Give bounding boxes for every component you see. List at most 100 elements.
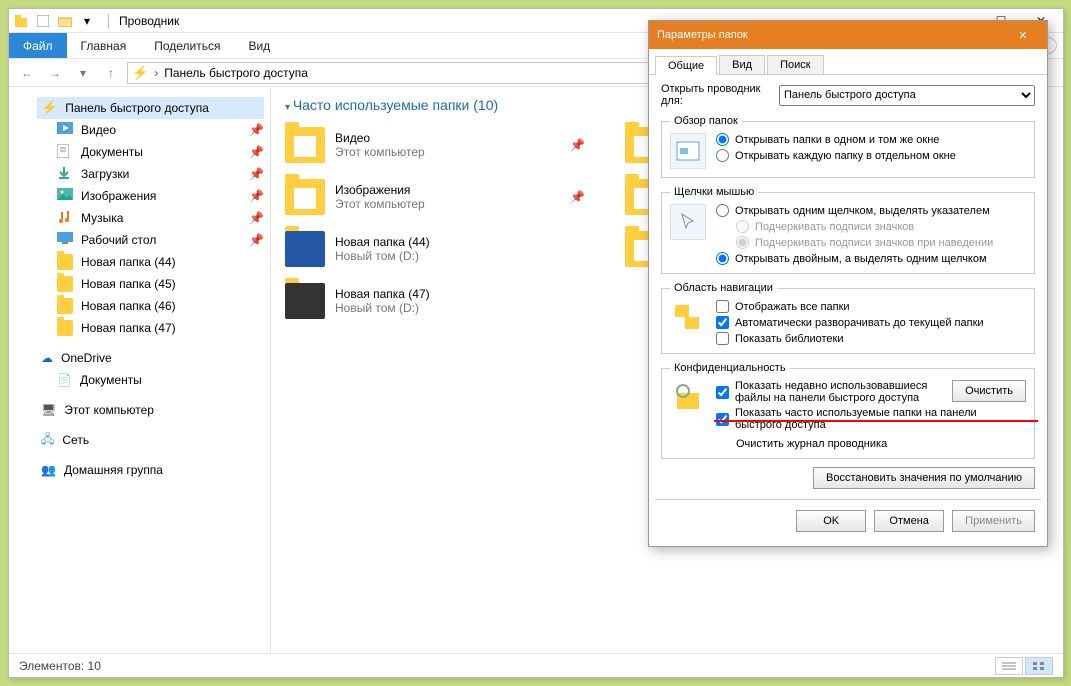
- dialog-titlebar[interactable]: Параметры папок ✕: [649, 21, 1047, 49]
- sidebar-item-folder[interactable]: Новая папка (44): [37, 251, 264, 273]
- folder-thumb-icon: [285, 179, 325, 215]
- sidebar-item-folder[interactable]: Новая папка (45): [37, 273, 264, 295]
- qat-newfolder-icon[interactable]: [55, 11, 75, 31]
- folder-entry[interactable]: Новая папка (47)Новый том (D:): [285, 279, 585, 323]
- auto-expand-checkbox[interactable]: Автоматически разворачивать до текущей п…: [716, 316, 1026, 329]
- show-frequent-folders-checkbox[interactable]: Показать часто используемые папки на пан…: [716, 407, 1026, 431]
- nav-fieldset: Область навигации Отображать все папки А…: [661, 282, 1035, 354]
- browse-new-window-radio[interactable]: Открывать каждую папку в отдельном окне: [716, 149, 1026, 162]
- tab-view[interactable]: Вид: [234, 33, 284, 58]
- folder-icon: [57, 320, 73, 336]
- ok-button[interactable]: OK: [796, 510, 866, 532]
- download-icon: [57, 166, 73, 182]
- app-icon: [11, 11, 31, 31]
- homegroup-icon: 👥: [41, 463, 56, 477]
- view-icons-button[interactable]: [1025, 657, 1053, 675]
- folder-thumb-icon: [285, 127, 325, 163]
- sidebar: ⚡ Панель быстрого доступа Видео📌 Докумен…: [9, 87, 271, 653]
- sidebar-this-pc[interactable]: 🖥Этот компьютер: [37, 399, 264, 421]
- apply-button[interactable]: Применить: [952, 510, 1035, 532]
- status-bar: Элементов: 10: [9, 653, 1063, 677]
- desktop-icon: [57, 232, 73, 248]
- sidebar-item-folder[interactable]: Новая папка (47): [37, 317, 264, 339]
- breadcrumb-item[interactable]: Панель быстрого доступа: [164, 66, 308, 80]
- restore-defaults-button[interactable]: Восстановить значения по умолчанию: [813, 467, 1035, 489]
- folder-entry[interactable]: ВидеоЭтот компьютер📌: [285, 123, 585, 167]
- picture-icon: [57, 188, 73, 204]
- pc-icon: 🖥: [41, 403, 56, 417]
- document-icon: [57, 144, 73, 160]
- dialog-close-button[interactable]: ✕: [1007, 21, 1039, 49]
- dialog-tabs: Общие Вид Поиск: [649, 49, 1047, 75]
- cloud-icon: ☁: [41, 351, 53, 365]
- view-details-button[interactable]: [995, 657, 1023, 675]
- folder-entry[interactable]: Новая папка (44)Новый том (D:): [285, 227, 585, 271]
- dialog-tab-general[interactable]: Общие: [655, 56, 717, 75]
- section-heading: Часто используемые папки (10): [293, 97, 498, 113]
- sidebar-onedrive-docs[interactable]: 📄Документы: [37, 369, 264, 391]
- dialog-title: Параметры папок: [657, 29, 748, 41]
- click-icon: [670, 204, 706, 240]
- privacy-icon: [670, 380, 706, 416]
- back-button[interactable]: ←: [15, 62, 39, 84]
- browse-fieldset: Обзор папок Открывать папки в одном и то…: [661, 115, 1035, 178]
- underline-hover-radio: Подчеркивать подписи значков при наведен…: [716, 236, 1026, 249]
- file-menu[interactable]: Файл: [9, 33, 67, 58]
- double-click-radio[interactable]: Открывать двойным, а выделять одним щелч…: [716, 252, 1026, 265]
- pin-icon: 📌: [249, 211, 264, 225]
- browse-same-window-radio[interactable]: Открывать папки в одном и том же окне: [716, 133, 1026, 146]
- music-icon: [57, 210, 73, 226]
- dialog-tab-view[interactable]: Вид: [719, 55, 765, 74]
- sidebar-item-pictures[interactable]: Изображения📌: [37, 185, 264, 207]
- open-explorer-label: Открыть проводник для:: [661, 83, 771, 107]
- tab-home[interactable]: Главная: [67, 33, 141, 58]
- show-recent-files-checkbox[interactable]: Показать недавно использовавшиеся файлы …: [716, 380, 946, 404]
- sidebar-homegroup[interactable]: 👥Домашняя группа: [37, 459, 264, 481]
- clear-history-label: Очистить журнал проводника: [716, 438, 1026, 450]
- sidebar-quick-access[interactable]: ⚡ Панель быстрого доступа: [37, 97, 264, 119]
- lightning-icon: ⚡: [41, 100, 57, 116]
- nav-icon: [670, 300, 706, 336]
- recent-locations-icon[interactable]: ▾: [71, 62, 95, 84]
- sidebar-item-downloads[interactable]: Загрузки📌: [37, 163, 264, 185]
- network-icon: 🖧: [41, 430, 54, 451]
- sidebar-item-documents[interactable]: Документы📌: [37, 141, 264, 163]
- pin-icon: 📌: [249, 167, 264, 181]
- item-count: Элементов: 10: [19, 659, 101, 673]
- underline-always-radio: Подчеркивать подписи значков: [716, 220, 1026, 233]
- sidebar-item-folder[interactable]: Новая папка (46): [37, 295, 264, 317]
- cancel-button[interactable]: Отмена: [874, 510, 944, 532]
- forward-button[interactable]: →: [43, 62, 67, 84]
- folder-icon: [57, 276, 73, 292]
- video-icon: [57, 122, 73, 138]
- sidebar-item-videos[interactable]: Видео📌: [37, 119, 264, 141]
- pin-icon: 📌: [249, 145, 264, 159]
- sidebar-onedrive[interactable]: ☁OneDrive: [37, 347, 264, 369]
- folder-options-dialog: Параметры папок ✕ Общие Вид Поиск Открыт…: [648, 20, 1048, 547]
- pin-icon: 📌: [570, 190, 585, 204]
- privacy-fieldset: Конфиденциальность Показать недавно испо…: [661, 362, 1035, 459]
- clear-button[interactable]: Очистить: [952, 380, 1026, 402]
- show-all-folders-checkbox[interactable]: Отображать все папки: [716, 300, 1026, 313]
- dialog-tab-search[interactable]: Поиск: [767, 55, 823, 74]
- sidebar-item-music[interactable]: Музыка📌: [37, 207, 264, 229]
- up-button[interactable]: ↑: [99, 62, 123, 84]
- dialog-footer: OK Отмена Применить: [649, 500, 1047, 546]
- show-libraries-checkbox[interactable]: Показать библиотеки: [716, 332, 1026, 345]
- qat-dropdown-icon[interactable]: ▾: [77, 11, 97, 31]
- sidebar-item-desktop[interactable]: Рабочий стол📌: [37, 229, 264, 251]
- lightning-icon: ⚡: [132, 65, 148, 81]
- tab-share[interactable]: Поделиться: [140, 33, 234, 58]
- chevron-right-icon: ›: [154, 66, 158, 80]
- open-explorer-select[interactable]: Панель быстрого доступа: [779, 85, 1035, 106]
- window-title: Проводник: [119, 14, 179, 28]
- click-fieldset: Щелчки мышью Открывать одним щелчком, вы…: [661, 186, 1035, 274]
- single-click-radio[interactable]: Открывать одним щелчком, выделять указат…: [716, 204, 1026, 217]
- qat-properties-icon[interactable]: [33, 11, 53, 31]
- folder-entry[interactable]: ИзображенияЭтот компьютер📌: [285, 175, 585, 219]
- sidebar-network[interactable]: 🖧Сеть: [37, 429, 264, 451]
- pin-icon: 📌: [249, 233, 264, 247]
- annotation-underline: [714, 420, 1038, 422]
- folder-thumb-icon: [285, 283, 325, 319]
- pin-icon: 📌: [570, 138, 585, 152]
